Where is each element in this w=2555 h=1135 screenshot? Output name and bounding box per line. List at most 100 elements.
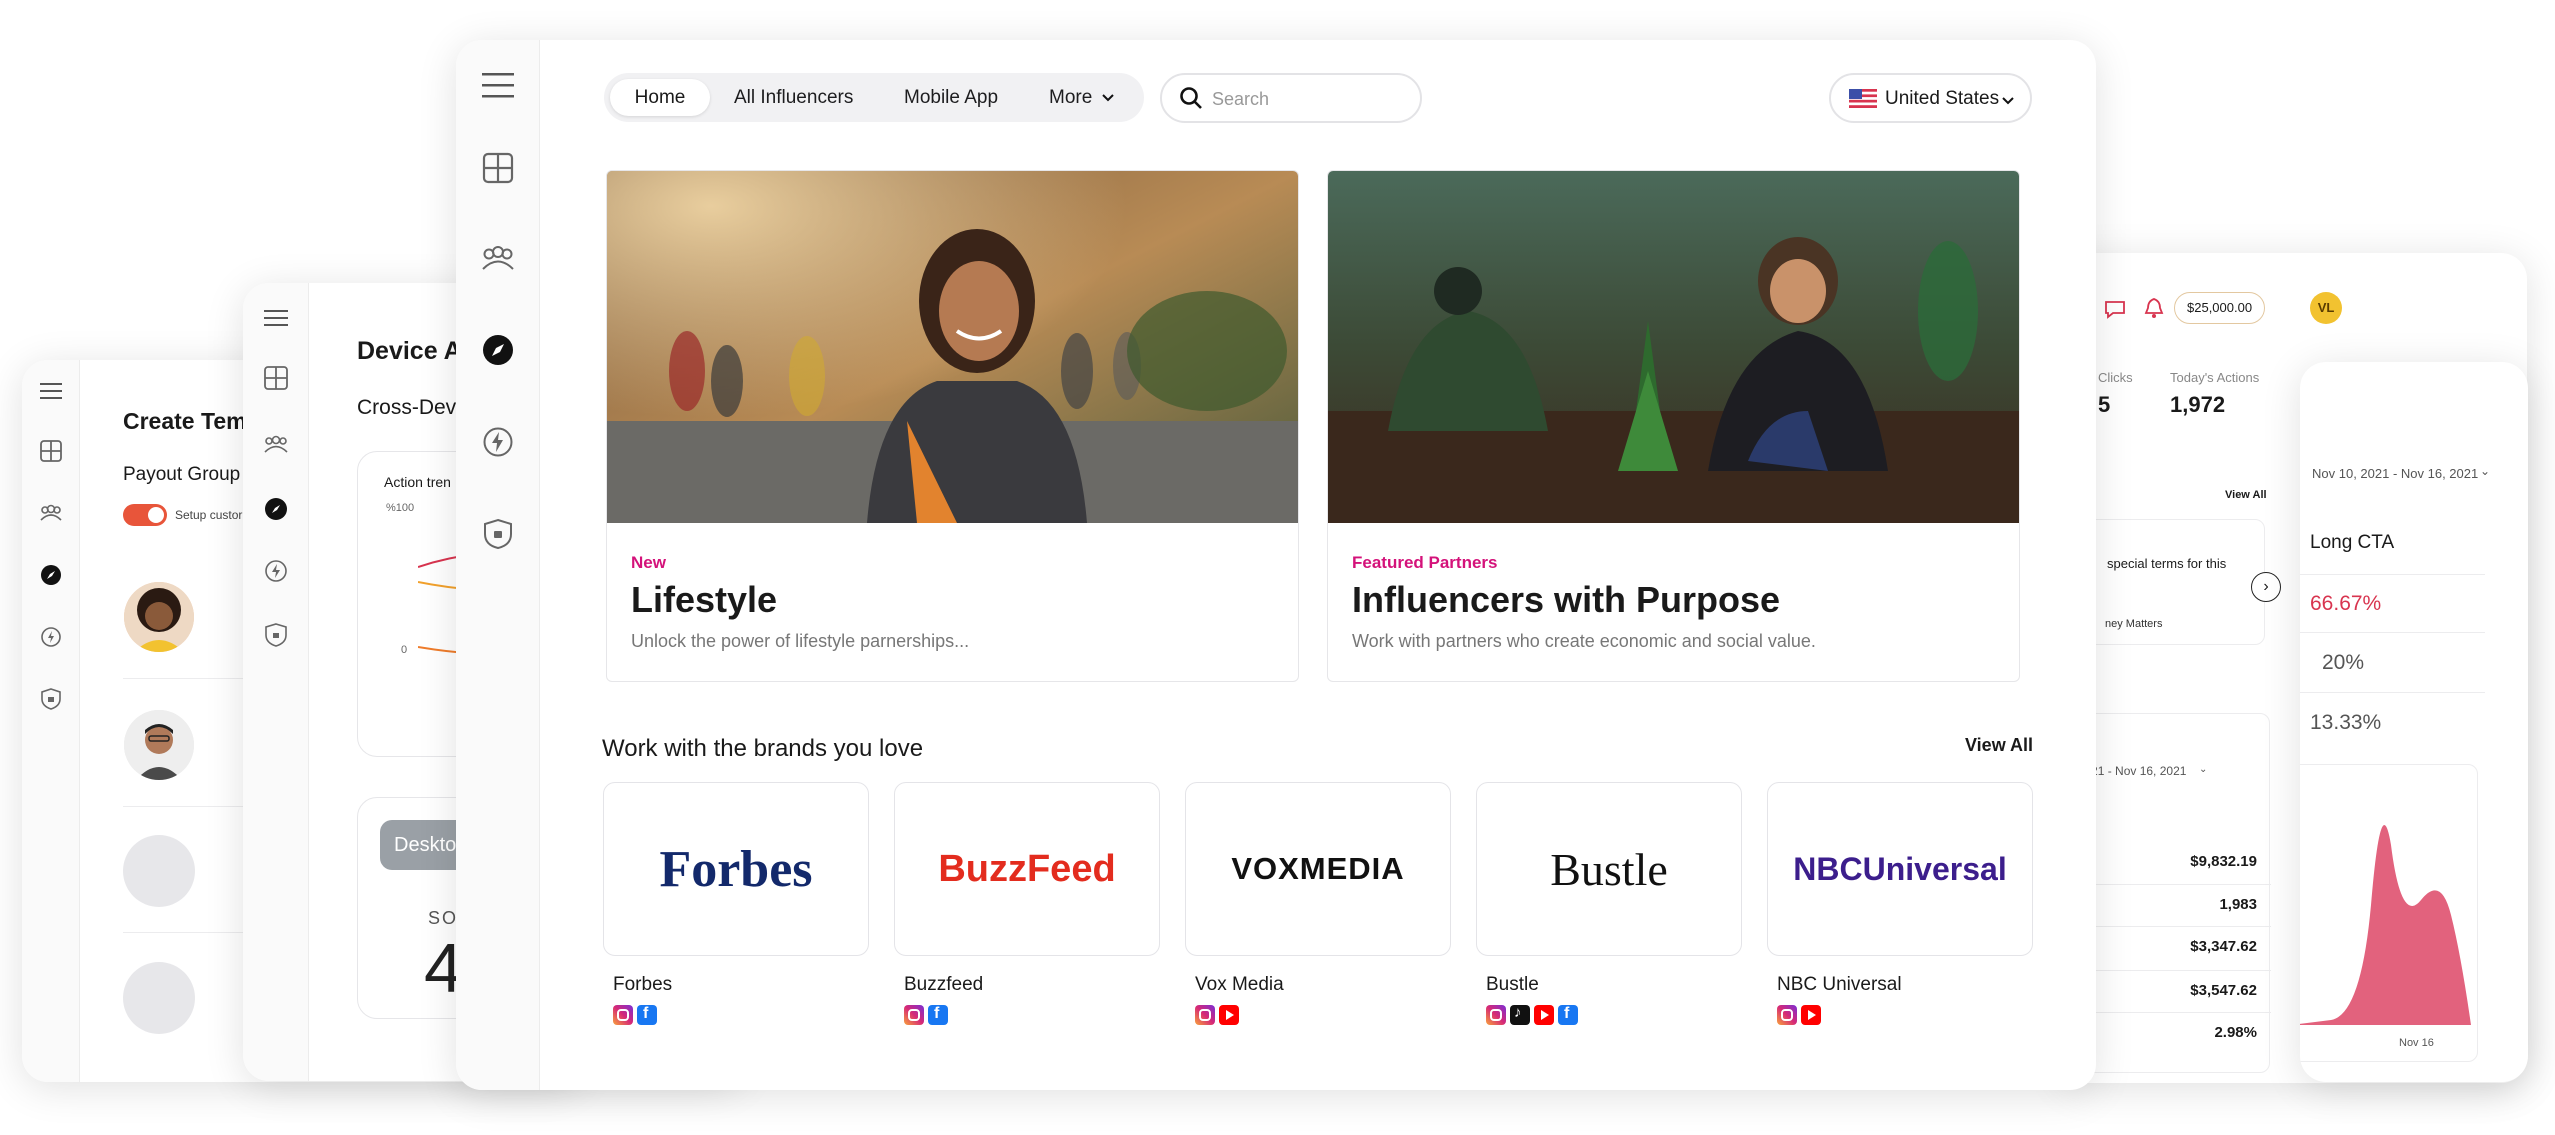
youtube-icon[interactable] [1219, 1005, 1239, 1025]
chevron-down-icon [1101, 73, 1114, 122]
youtube-icon[interactable] [1801, 1005, 1821, 1025]
facebook-icon[interactable] [1558, 1005, 1578, 1025]
avatar-placeholder [123, 962, 195, 1034]
table-cell: 2.98% [2214, 1024, 2257, 1041]
stat-label: Clicks [2098, 370, 2133, 385]
instagram-icon[interactable] [1777, 1005, 1797, 1025]
promo-text: special terms for this [2107, 556, 2227, 571]
chevron-down-icon [2002, 93, 2014, 111]
chevron-down-icon[interactable]: ⌄ [2480, 464, 2490, 478]
brands-heading: Work with the brands you love [602, 735, 924, 762]
hero-card-lifestyle[interactable]: New Lifestyle Unlock the power of lifest… [606, 170, 1299, 682]
area-chart: Nov 16 [2300, 764, 2478, 1062]
hero-tag: New [631, 553, 666, 572]
stat-label: Today's Actions [2170, 370, 2260, 385]
hero-description: Unlock the power of lifestyle parnership… [631, 631, 970, 651]
brand-card-nbcuniversal[interactable]: NBCUniversal [1767, 782, 2033, 956]
avatar-placeholder [123, 835, 195, 907]
lightning-icon[interactable] [261, 556, 291, 586]
brand-name[interactable]: Bustle [1486, 974, 1539, 996]
nav-all-influencers[interactable]: All Influencers [734, 73, 853, 122]
table-cell: 20% [2322, 651, 2365, 674]
brand-card-bustle[interactable]: Bustle [1476, 782, 1742, 956]
date-range[interactable]: Nov 10, 2021 - Nov 16, 2021 [2312, 466, 2478, 481]
hero-card-purpose[interactable]: Featured Partners Influencers with Purpo… [1327, 170, 2020, 682]
social-links [1486, 1004, 1578, 1025]
cta-report-window: Nov 10, 2021 - Nov 16, 2021 ⌄ Long CTA 6… [2300, 362, 2528, 1082]
nav-home[interactable]: Home [610, 79, 710, 116]
lifestyle-runner-image [607, 171, 1298, 523]
shield-icon[interactable] [36, 684, 66, 714]
facebook-icon[interactable] [928, 1005, 948, 1025]
brand-name[interactable]: NBC Universal [1777, 974, 1902, 996]
youtube-icon[interactable] [1534, 1005, 1554, 1025]
hero-description: Work with partners who create economic a… [1352, 631, 1816, 651]
users-icon[interactable] [261, 429, 291, 459]
stat-value: 5 [2098, 392, 2111, 417]
chevron-right-icon[interactable]: › [2251, 572, 2281, 602]
us-flag-icon [1849, 89, 1877, 113]
chart-label: Action tren [384, 474, 451, 490]
menu-icon[interactable] [261, 303, 291, 333]
search-input[interactable]: Search [1160, 73, 1422, 123]
table-cell: 13.33% [2310, 711, 2382, 734]
top-nav: Home All Influencers Mobile App More [604, 73, 1144, 122]
buzzfeed-logo: BuzzFeed [938, 847, 1116, 890]
tiktok-icon[interactable] [1510, 1004, 1530, 1025]
social-links [904, 1005, 948, 1025]
table-cell: $3,347.62 [2190, 938, 2257, 955]
instagram-icon[interactable] [613, 1005, 633, 1025]
promo-sub: ney Matters [2105, 618, 2163, 630]
nav-more-label: More [1049, 87, 1093, 108]
shield-icon[interactable] [480, 516, 516, 552]
nav-more[interactable]: More [1049, 73, 1114, 122]
search-placeholder: Search [1212, 89, 1270, 109]
chevron-down-icon[interactable]: ⌄ [2199, 764, 2207, 775]
nav-mobile-app[interactable]: Mobile App [904, 73, 998, 122]
voxmedia-logo: VOXMEDIA [1231, 851, 1405, 886]
forbes-logo: Forbes [659, 840, 813, 898]
stats-table-card: , 2021 - Nov 16, 2021 ⌄ $9,832.19 1,983 … [2070, 713, 2271, 1073]
instagram-icon[interactable] [1486, 1005, 1506, 1025]
users-icon[interactable] [36, 498, 66, 528]
brand-card-forbes[interactable]: Forbes [603, 782, 869, 956]
brand-name[interactable]: Buzzfeed [904, 974, 983, 996]
section-title: Cross-Devi [357, 396, 461, 419]
view-all-link[interactable]: View All [2225, 489, 2267, 501]
compass-icon[interactable] [36, 560, 66, 590]
brand-card-buzzfeed[interactable]: BuzzFeed [894, 782, 1160, 956]
country-selector[interactable]: United States [1829, 73, 2032, 123]
toggle-label: Setup custor [175, 508, 243, 522]
brand-card-vox-media[interactable]: VOXMEDIA [1185, 782, 1451, 956]
brand-name[interactable]: Vox Media [1195, 974, 1284, 996]
sidebar-rail [22, 360, 80, 1082]
bell-icon[interactable] [2144, 297, 2164, 324]
instagram-icon[interactable] [1195, 1005, 1215, 1025]
compass-icon[interactable] [261, 494, 291, 524]
promo-card[interactable]: special terms for this ney Matters [2070, 519, 2265, 645]
y-axis-zero-label: 0 [401, 644, 408, 656]
avatar[interactable]: VL [2310, 292, 2342, 324]
lightning-icon[interactable] [36, 622, 66, 652]
setup-toggle[interactable] [123, 504, 167, 526]
dashboard-icon[interactable] [36, 436, 66, 466]
dashboard-icon[interactable] [261, 363, 291, 393]
balance-pill[interactable]: $25,000.00 [2174, 292, 2266, 324]
table-cell: 66.67% [2310, 592, 2382, 615]
sidebar-rail [243, 283, 309, 1081]
facebook-icon[interactable] [637, 1005, 657, 1025]
social-links [1777, 1005, 1821, 1025]
dashboard-icon[interactable] [480, 150, 516, 186]
brand-name[interactable]: Forbes [613, 974, 672, 996]
view-all-link[interactable]: View All [1965, 735, 2033, 756]
chat-icon[interactable] [2104, 299, 2126, 324]
shield-icon[interactable] [261, 620, 291, 650]
tree-planting-image [1328, 171, 2019, 523]
sidebar-rail [456, 40, 540, 1090]
instagram-icon[interactable] [904, 1005, 924, 1025]
menu-icon[interactable] [36, 376, 66, 406]
menu-icon[interactable] [480, 68, 516, 102]
lightning-icon[interactable] [480, 424, 516, 460]
compass-icon[interactable] [480, 332, 516, 368]
users-icon[interactable] [478, 240, 518, 276]
